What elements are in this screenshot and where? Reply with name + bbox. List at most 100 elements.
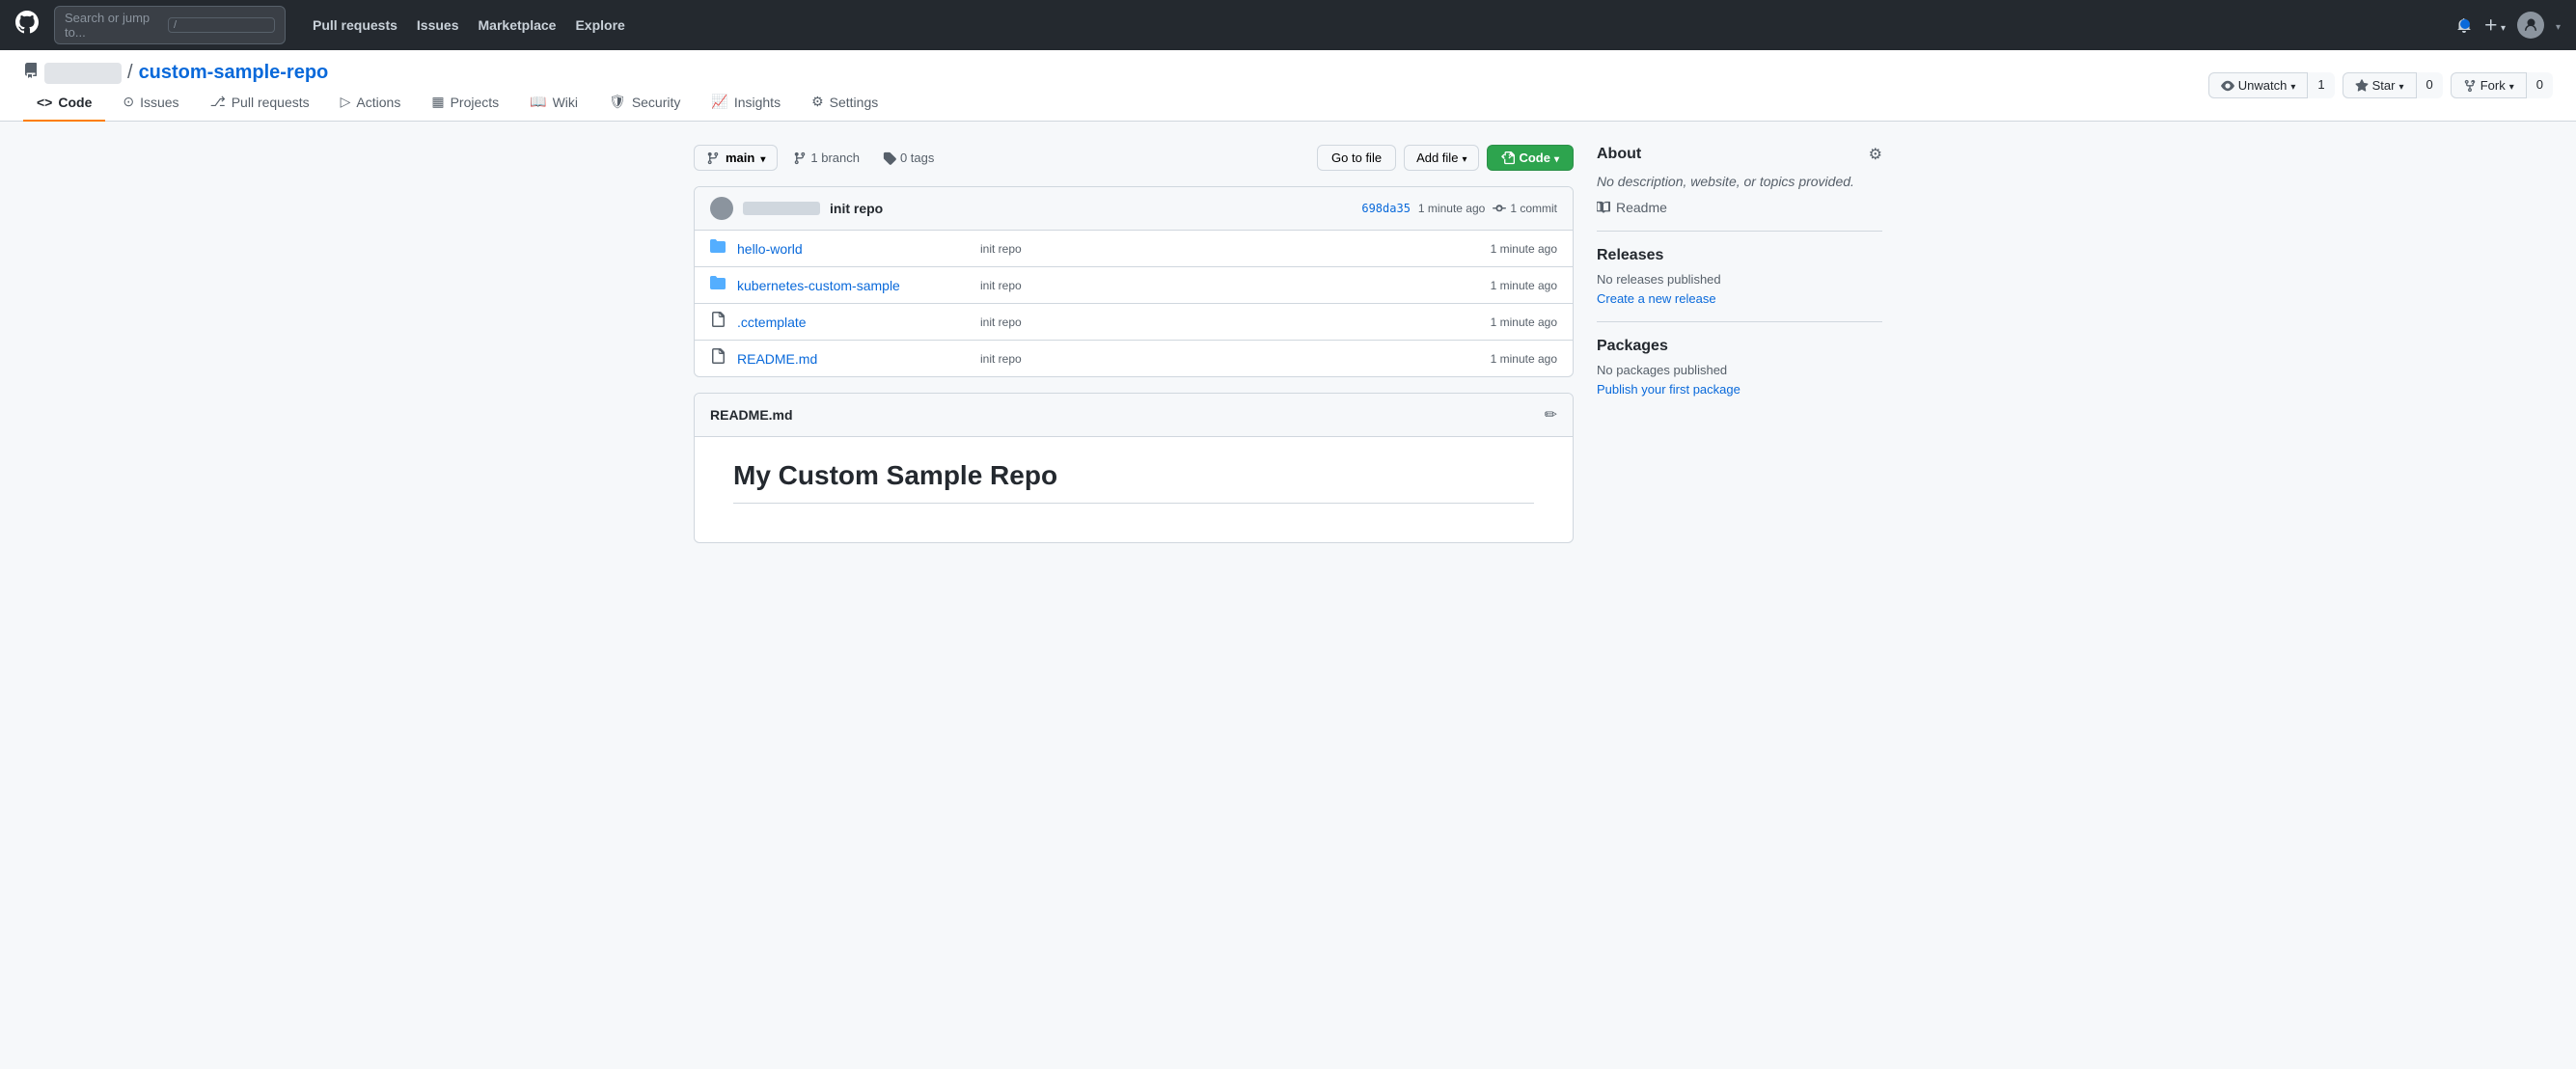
fork-count[interactable]: 0 (2526, 72, 2553, 98)
repo-tabs: <> Code ⊙ Issues ⎇ Pull requests ▷ Actio… (23, 84, 891, 121)
pr-icon: ⎇ (210, 94, 226, 110)
code-icon: <> (37, 95, 52, 110)
breadcrumb: / custom-sample-repo (23, 62, 891, 84)
tab-projects[interactable]: ▦ Projects (418, 84, 512, 122)
table-row: .cctemplate init repo 1 minute ago (695, 304, 1573, 341)
readme-box: README.md ✏ My Custom Sample Repo (694, 393, 1574, 543)
add-file-button[interactable]: Add file (1404, 145, 1479, 171)
about-settings-icon[interactable]: ⚙ (1869, 145, 1882, 164)
readme-header: README.md ✏ (695, 394, 1573, 437)
search-placeholder: Search or jump to... (65, 11, 160, 40)
table-row: hello-world init repo 1 minute ago (695, 231, 1573, 267)
readme-content: My Custom Sample Repo (695, 437, 1573, 542)
code-dropdown-button[interactable]: Code (1487, 145, 1574, 171)
watch-button[interactable]: Unwatch (2208, 72, 2309, 98)
file-time: 1 minute ago (1491, 242, 1557, 256)
tab-pull-requests[interactable]: ⎇ Pull requests (197, 84, 323, 122)
notifications-wrap (2456, 17, 2472, 33)
branch-count-link[interactable]: 1 branch (785, 146, 867, 170)
commit-row: init repo 698da35 1 minute ago 1 commit (695, 187, 1573, 231)
repo-name-link[interactable]: custom-sample-repo (139, 62, 329, 84)
about-section: About ⚙ No description, website, or topi… (1597, 145, 1882, 232)
tab-code[interactable]: <> Code (23, 85, 105, 122)
go-to-file-button[interactable]: Go to file (1317, 145, 1396, 171)
star-button[interactable]: Star (2343, 72, 2417, 98)
watch-chevron-icon (2290, 78, 2295, 93)
file-time: 1 minute ago (1491, 352, 1557, 366)
actions-icon: ▷ (341, 94, 351, 110)
create-new-button[interactable] (2483, 15, 2506, 36)
nav-links: Pull requests Issues Marketplace Explore (305, 14, 633, 37)
commit-message: init repo (830, 201, 883, 216)
branch-selector[interactable]: main (694, 145, 778, 171)
sidebar: About ⚙ No description, website, or topi… (1597, 145, 1882, 543)
main-content: main 1 branch 0 tags Go to file Add file (671, 122, 1905, 566)
issue-icon: ⊙ (123, 94, 134, 110)
projects-icon: ▦ (431, 94, 444, 110)
about-header: About ⚙ (1597, 145, 1882, 164)
repo-toolbar: main 1 branch 0 tags Go to file Add file (694, 145, 1574, 171)
packages-title: Packages (1597, 338, 1882, 355)
file-name: README.md (737, 351, 969, 367)
branch-chevron-icon (760, 151, 765, 165)
commit-meta: 698da35 1 minute ago 1 commit (1361, 202, 1557, 215)
file-commit-msg: init repo (980, 352, 1479, 366)
content-left: main 1 branch 0 tags Go to file Add file (694, 145, 1574, 543)
file-commit-msg: init repo (980, 279, 1479, 292)
user-avatar[interactable] (2517, 12, 2544, 39)
tab-wiki[interactable]: 📖 Wiki (516, 84, 591, 122)
owner-placeholder (44, 63, 122, 84)
star-count[interactable]: 0 (2416, 72, 2443, 98)
readme-filename: README.md (710, 407, 793, 423)
readme-title: My Custom Sample Repo (733, 460, 1534, 504)
sub-header: / custom-sample-repo <> Code ⊙ Issues ⎇ … (0, 50, 2576, 122)
fork-button[interactable]: Fork (2451, 72, 2527, 98)
about-title: About (1597, 146, 1641, 163)
file-name: hello-world (737, 241, 969, 257)
readme-edit-button[interactable]: ✏ (1545, 405, 1557, 425)
toolbar-right: Go to file Add file Code (1317, 145, 1574, 171)
watch-count[interactable]: 1 (2307, 72, 2334, 98)
tab-actions[interactable]: ▷ Actions (327, 84, 415, 122)
commit-time: 1 minute ago (1418, 202, 1485, 215)
commit-count-link[interactable]: 1 commit (1493, 202, 1557, 215)
search-shortcut: / (168, 17, 275, 33)
security-icon: 🛡 (609, 94, 626, 110)
add-file-chevron-icon (1462, 151, 1466, 165)
tag-count-link[interactable]: 0 tags (875, 146, 942, 170)
file-time: 1 minute ago (1491, 315, 1557, 329)
packages-section: Packages No packages published Publish y… (1597, 338, 1882, 397)
nav-explore[interactable]: Explore (567, 14, 632, 37)
tab-security[interactable]: 🛡 Security (595, 84, 694, 122)
file-commit-msg: init repo (980, 242, 1479, 256)
create-chevron-icon (2501, 15, 2506, 36)
settings-icon: ⚙ (811, 94, 824, 110)
nav-pull-requests[interactable]: Pull requests (305, 14, 405, 37)
publish-package-link[interactable]: Publish your first package (1597, 382, 1740, 397)
file-doc-icon (710, 348, 726, 369)
commit-author-placeholder (743, 202, 820, 215)
tab-issues[interactable]: ⊙ Issues (109, 84, 192, 122)
table-row: kubernetes-custom-sample init repo 1 min… (695, 267, 1573, 304)
folder-icon (710, 238, 726, 259)
readme-link[interactable]: Readme (1597, 200, 1882, 215)
about-description: No description, website, or topics provi… (1597, 172, 1882, 192)
create-release-link[interactable]: Create a new release (1597, 291, 1716, 306)
releases-empty: No releases published (1597, 272, 1882, 287)
file-doc-icon (710, 312, 726, 332)
notification-dot (2460, 19, 2470, 29)
file-name: kubernetes-custom-sample (737, 278, 969, 293)
breadcrumb-separator: / (127, 62, 133, 84)
nav-issues[interactable]: Issues (409, 14, 467, 37)
nav-marketplace[interactable]: Marketplace (471, 14, 564, 37)
search-bar[interactable]: Search or jump to... / (54, 6, 286, 44)
tab-settings[interactable]: ⚙ Settings (798, 84, 891, 122)
commit-hash[interactable]: 698da35 (1361, 202, 1411, 215)
avatar-chevron-icon (2556, 17, 2561, 33)
github-logo-icon[interactable] (15, 11, 39, 40)
repo-icon (23, 63, 39, 83)
wiki-icon: 📖 (530, 94, 546, 110)
file-table: init repo 698da35 1 minute ago 1 commit … (694, 186, 1574, 377)
tab-insights[interactable]: 📈 Insights (698, 84, 794, 122)
file-name: .cctemplate (737, 315, 969, 330)
